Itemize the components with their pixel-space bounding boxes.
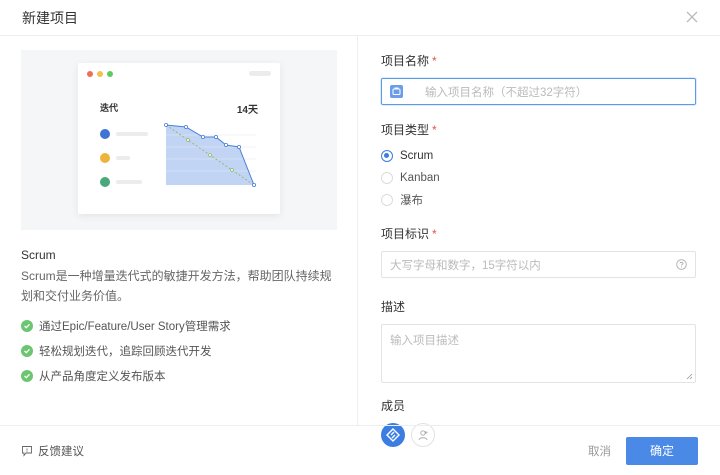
project-form: 项目名称 * 输入项目名称（不超过32字符） 项目类型 * Scrum Kanban…: [358, 36, 720, 447]
required-mark: *: [432, 54, 437, 68]
template-description: Scrum是一种增量迭代式的敏捷开发方法，帮助团队持续规划和交付业务价值。: [21, 269, 332, 303]
cancel-button[interactable]: 取消: [588, 443, 611, 459]
template-name: Scrum: [21, 248, 56, 262]
feature-item: 轻松规划迭代，追踪回顾迭代开发: [21, 343, 336, 359]
project-name-input[interactable]: 输入项目名称（不超过32字符）: [381, 78, 696, 105]
feature-label: 轻松规划迭代，追踪回顾迭代开发: [39, 346, 212, 358]
burndown-chart-illustration: [164, 123, 257, 188]
project-name-label: 项目名称: [381, 54, 430, 68]
legend-row-green: [100, 177, 142, 187]
project-key-placeholder: 大写字母和数字，15字符以内: [390, 259, 541, 272]
dialog-title: 新建项目: [22, 9, 78, 26]
feature-label: 通过Epic/Feature/User Story管理需求: [39, 321, 231, 333]
resize-handle-icon[interactable]: [686, 373, 693, 380]
project-type-radio-group: Scrum Kanban 瀑布: [381, 145, 698, 211]
window-dot-green: [107, 71, 113, 77]
feedback-link[interactable]: 反馈建议: [21, 443, 84, 459]
radio-icon[interactable]: [381, 194, 393, 206]
description-textarea[interactable]: 输入项目描述: [381, 324, 696, 383]
check-circle-icon: [21, 320, 33, 332]
preview-card: 迭代 14天: [78, 63, 280, 214]
window-pill: [249, 71, 271, 76]
members-label: 成员: [381, 399, 406, 413]
radio-scrum[interactable]: Scrum: [381, 145, 698, 167]
radio-icon[interactable]: [381, 172, 393, 184]
dialog-header: 新建项目: [0, 0, 720, 36]
radio-selected-icon[interactable]: [381, 150, 393, 162]
template-info-panel: 迭代 14天 Scrum Scrum是一种增量迭代式的敏捷开发方法，帮助团队持续…: [0, 36, 358, 425]
radio-waterfall[interactable]: 瀑布: [381, 189, 698, 211]
required-mark: *: [432, 227, 437, 241]
feedback-icon: [22, 445, 32, 457]
project-name-placeholder: 输入项目名称（不超过32字符）: [425, 86, 588, 99]
description-label: 描述: [381, 300, 406, 314]
field-project-key: 项目标识 * 大写字母和数字，15字符以内: [381, 225, 698, 278]
dialog-footer: 反馈建议 取消 确定: [0, 425, 720, 475]
legend-row-yellow: [100, 153, 130, 163]
radio-label: Kanban: [400, 172, 440, 184]
close-icon[interactable]: [684, 9, 700, 25]
feature-label: 从产品角度定义发布版本: [39, 371, 166, 383]
project-type-label: 项目类型: [381, 123, 430, 137]
legend-row-blue: [100, 129, 148, 139]
preview-card-label: 迭代: [100, 103, 119, 113]
template-preview: 迭代 14天: [21, 50, 337, 230]
field-project-type: 项目类型 * Scrum Kanban 瀑布: [381, 121, 698, 211]
preview-card-days: 14天: [236, 105, 258, 116]
help-icon[interactable]: [676, 259, 687, 270]
check-circle-icon: [21, 345, 33, 357]
project-icon[interactable]: [390, 85, 403, 98]
feature-item: 通过Epic/Feature/User Story管理需求: [21, 318, 336, 334]
required-mark: *: [432, 123, 437, 137]
radio-kanban[interactable]: Kanban: [381, 167, 698, 189]
radio-label: Scrum: [400, 150, 434, 162]
window-dot-red: [87, 71, 93, 77]
feedback-label: 反馈建议: [38, 445, 84, 458]
confirm-button[interactable]: 确定: [626, 436, 698, 465]
field-project-name: 项目名称 * 输入项目名称（不超过32字符）: [381, 52, 698, 105]
project-key-input[interactable]: 大写字母和数字，15字符以内: [381, 251, 696, 278]
check-circle-icon: [21, 370, 33, 382]
radio-label: 瀑布: [400, 195, 423, 207]
feature-item: 从产品角度定义发布版本: [21, 368, 336, 384]
description-placeholder: 输入项目描述: [390, 335, 459, 347]
window-dot-yellow: [97, 71, 103, 77]
new-project-dialog: 新建项目 迭代 14天 Scrum Scrum是一种增量迭代式的敏捷开发方法，帮…: [0, 0, 720, 475]
field-description: 描述 输入项目描述: [381, 298, 698, 383]
project-key-label: 项目标识: [381, 227, 430, 241]
